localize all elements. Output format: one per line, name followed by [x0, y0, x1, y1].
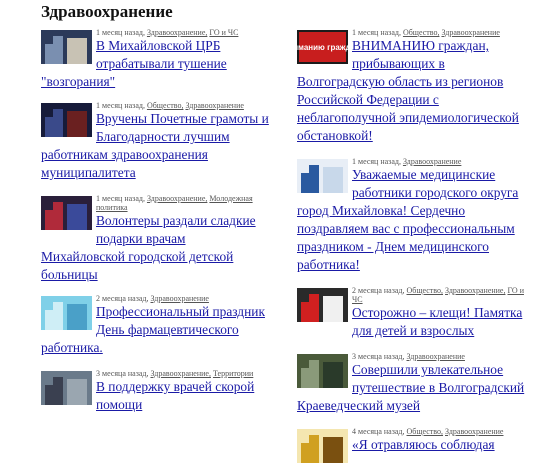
warning-sign-image[interactable]: Вниманию граждан!: [297, 30, 348, 64]
news-item: Вниманию граждан! 1 месяц назад, Общество…: [297, 28, 530, 145]
museum-trip-photo[interactable]: [297, 354, 348, 388]
news-tag-link[interactable]: Территории: [213, 369, 253, 378]
news-time: 2 месяца назад,: [96, 294, 149, 303]
news-title-link[interactable]: «Я отравляюсь соблюдая: [352, 437, 495, 452]
news-tag-link[interactable]: Здравоохранение: [151, 294, 209, 303]
news-tag-link[interactable]: Здравоохранение: [407, 352, 465, 361]
news-item: 2 месяца назад, Здравоохранение Профессио…: [41, 294, 271, 357]
volunteers-photo[interactable]: [41, 196, 92, 230]
section-title: Здравоохранение: [41, 2, 173, 21]
news-item: 3 месяца назад, Здравоохранение Совершили…: [297, 352, 530, 415]
news-tag-link[interactable]: Здравоохранение,: [445, 286, 505, 295]
news-column-left: 1 месяц назад, Здравоохранение, ГО и ЧС В…: [41, 28, 271, 414]
news-item: 2 месяца назад, Общество, Здравоохранени…: [297, 286, 530, 340]
news-tag-link[interactable]: Общество,: [407, 286, 444, 295]
city-street-photo[interactable]: [41, 371, 92, 405]
tick-warning-image[interactable]: [297, 288, 348, 322]
news-item: 1 месяц назад, Здравоохранение, ГО и ЧС В…: [41, 28, 271, 91]
news-time: 4 месяца назад,: [352, 427, 405, 436]
news-time: 1 месяц назад,: [96, 101, 145, 110]
news-time: 3 месяца назад,: [96, 369, 149, 378]
news-item: 1 месяц назад, Здравоохранение Уважаемые …: [297, 157, 530, 274]
news-item: 4 месяца назад, Общество, Здравоохранени…: [297, 427, 530, 465]
news-column-right: Вниманию граждан! 1 месяц назад, Общество…: [297, 28, 530, 465]
news-item: 1 месяц назад, Общество, Здравоохранение…: [41, 101, 271, 182]
news-time: 1 месяц назад,: [352, 157, 401, 166]
news-tag-link[interactable]: Общество,: [407, 427, 444, 436]
news-tag-link[interactable]: Здравоохранение: [185, 101, 243, 110]
news-item: 1 месяц назад, Здравоохранение, Молодежн…: [41, 194, 271, 284]
rules-notice-image[interactable]: [297, 429, 348, 463]
news-time: 3 месяца назад,: [352, 352, 405, 361]
news-time: 2 месяца назад,: [352, 286, 405, 295]
news-item: 3 месяца назад, Здравоохранение, Террито…: [41, 369, 271, 414]
news-tag-link[interactable]: Общество,: [403, 28, 440, 37]
award-ceremony-photo[interactable]: [41, 103, 92, 137]
news-tag-link[interactable]: Здравоохранение: [403, 157, 461, 166]
news-time: 1 месяц назад,: [352, 28, 401, 37]
news-tag-link[interactable]: Здравоохранение: [441, 28, 499, 37]
news-time: 1 месяц назад,: [96, 28, 145, 37]
news-tag-link[interactable]: Здравоохранение,: [151, 369, 211, 378]
news-title-link[interactable]: Осторожно – клещи! Памятка для детей и в…: [352, 305, 522, 338]
pharmacy-card-image[interactable]: [41, 296, 92, 330]
news-tag-link[interactable]: Здравоохранение: [445, 427, 503, 436]
medical-greeting-image[interactable]: [297, 159, 348, 193]
news-tag-link[interactable]: Здравоохранение,: [147, 194, 207, 203]
news-tag-link[interactable]: Общество,: [147, 101, 184, 110]
news-tag-link[interactable]: Здравоохранение,: [147, 28, 207, 37]
news-time: 1 месяц назад,: [96, 194, 145, 203]
fire-truck-photo[interactable]: [41, 30, 92, 64]
thumb-caption: Вниманию граждан!: [297, 43, 348, 52]
news-tag-link[interactable]: ГО и ЧС: [209, 28, 238, 37]
news-title-link[interactable]: В поддержку врачей скорой помощи: [96, 379, 254, 412]
